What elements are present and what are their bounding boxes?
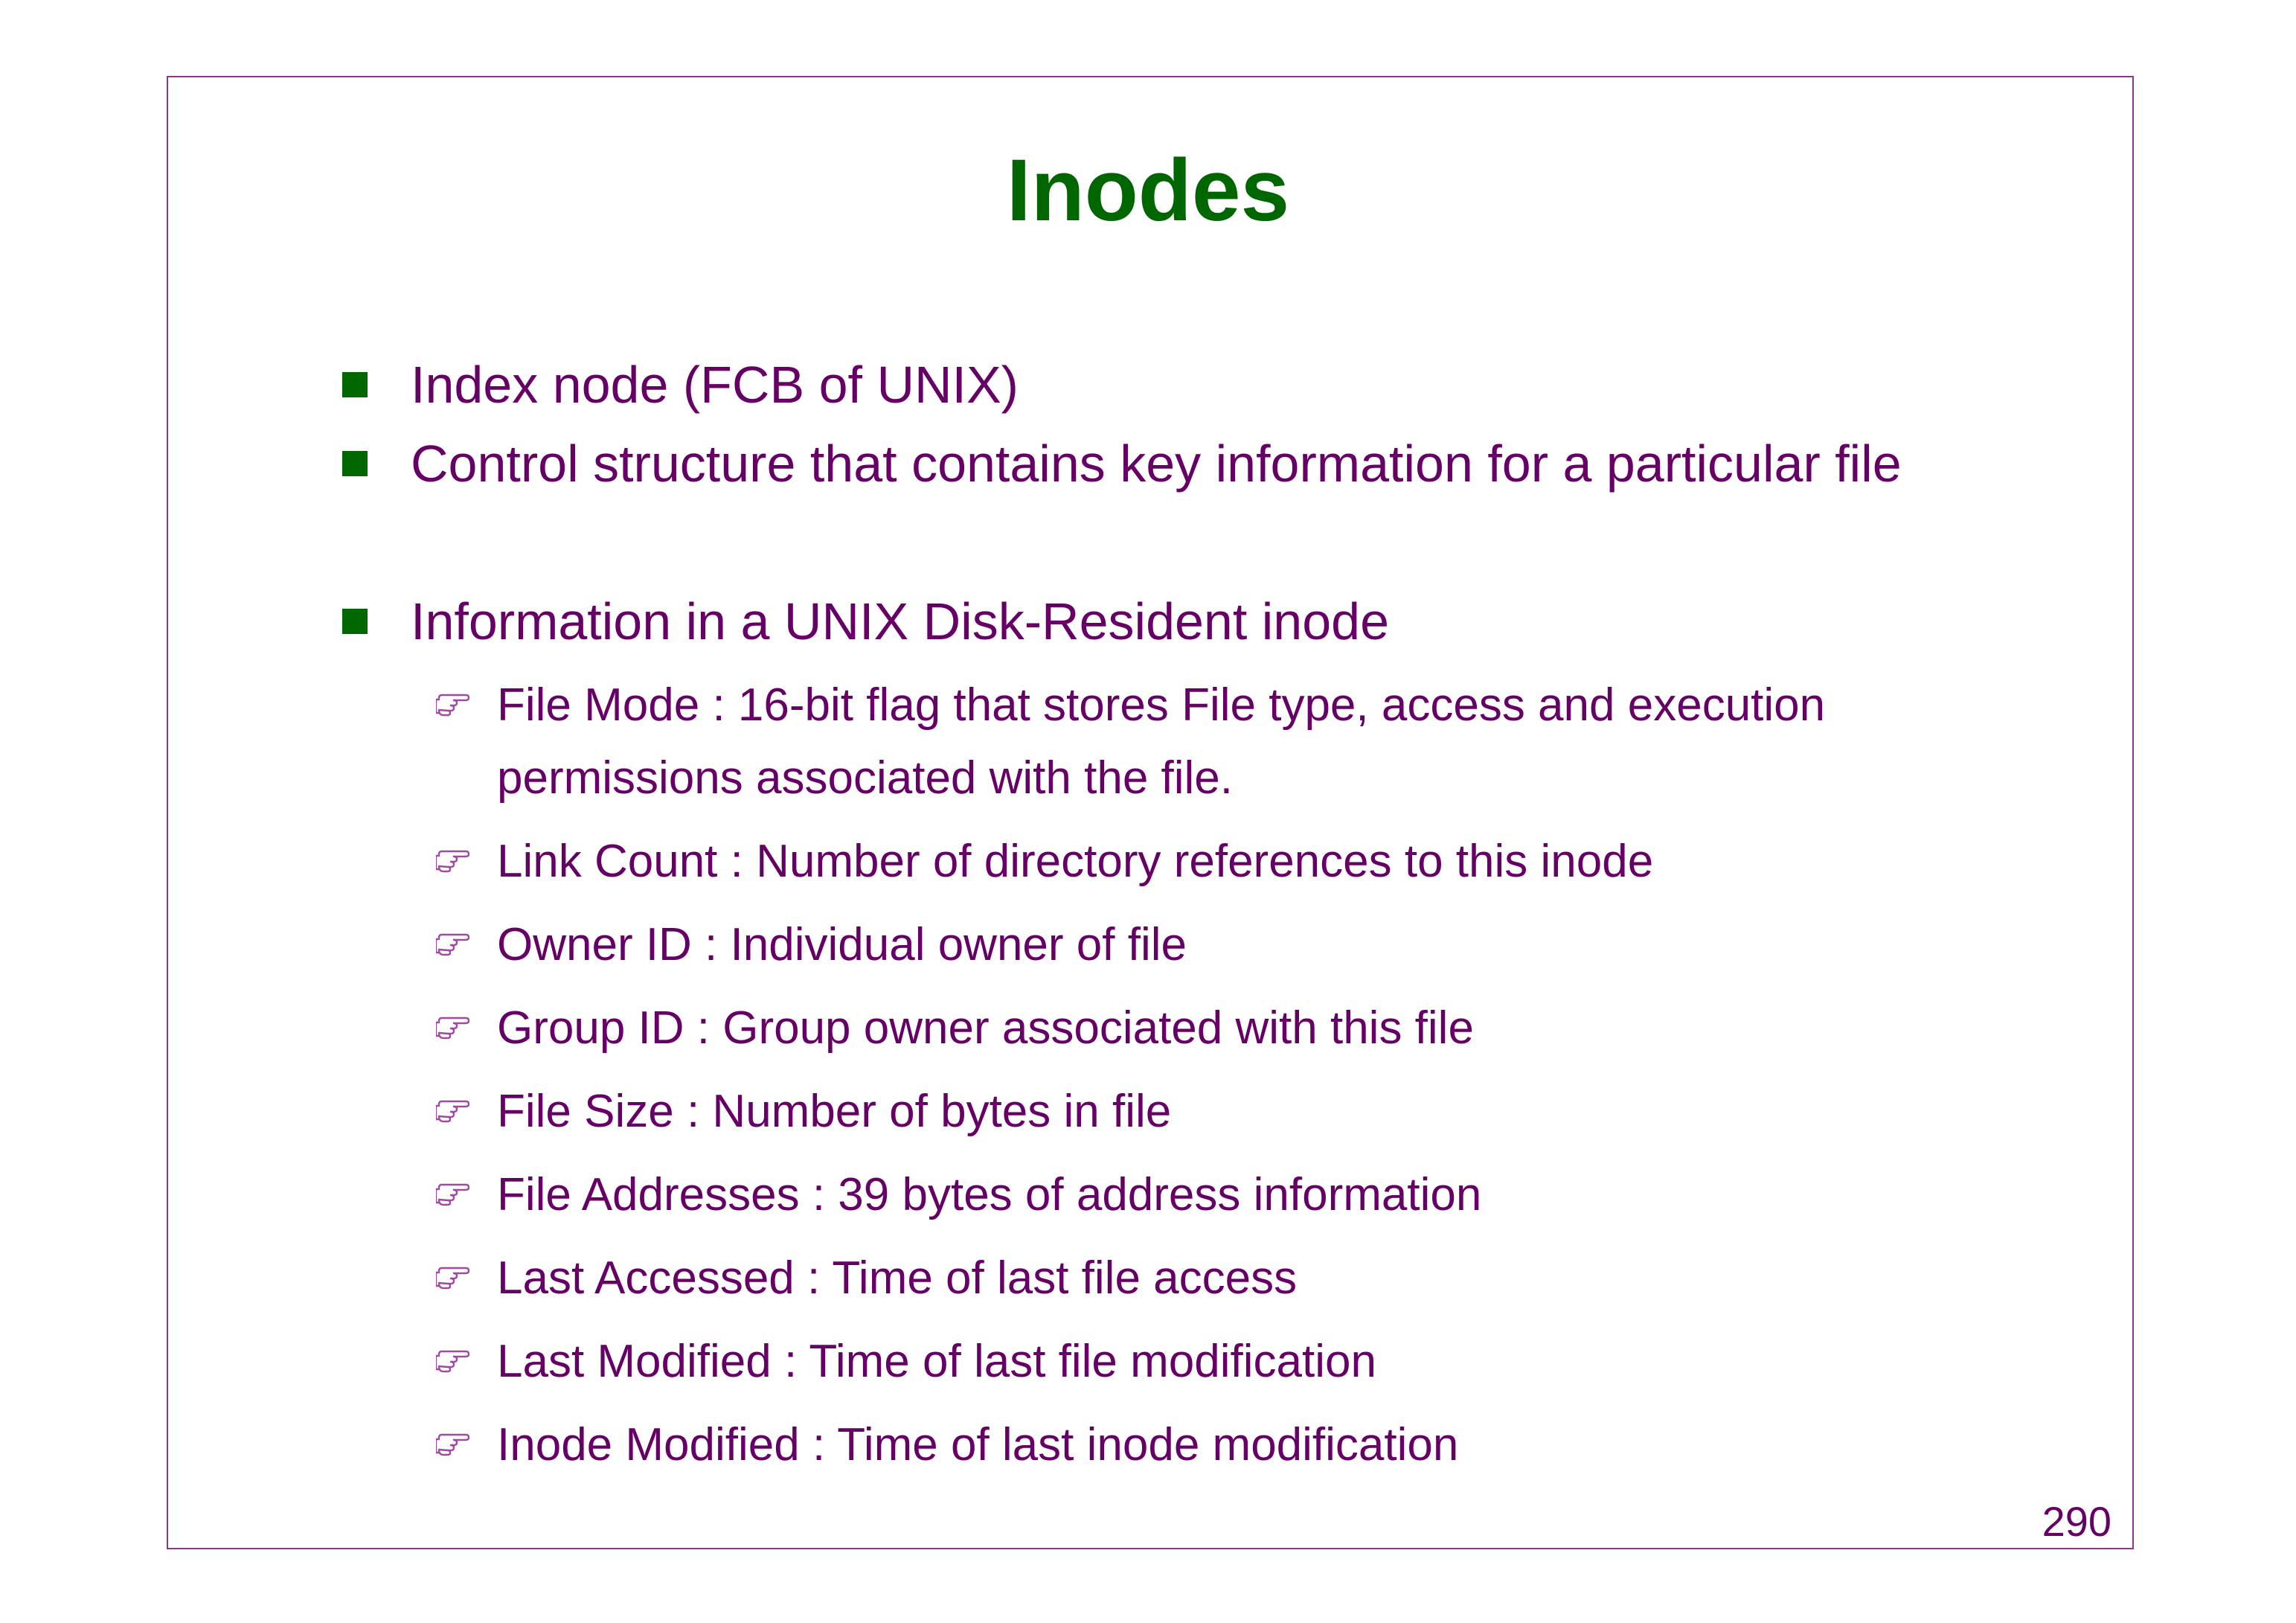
bullet-text: Control structure that contains key info… [411, 435, 1902, 493]
sub-bullet-text: Owner ID : Individual owner of file [497, 919, 1187, 970]
slide-title: Inodes [1006, 141, 1290, 240]
pointing-hand-icon [436, 1433, 470, 1456]
square-bullet-icon [342, 372, 368, 397]
sub-bullet-text: File Size : Number of bytes in file [497, 1086, 1172, 1137]
pointing-hand-icon [436, 1183, 470, 1206]
bullet-text: Information in a UNIX Disk-Resident inod… [411, 592, 1390, 650]
sub-bullet-text: File Mode : 16-bit flag that stores File… [497, 679, 1826, 731]
square-bullet-icon [342, 451, 368, 476]
sub-bullet-text: Link Count : Number of directory referen… [497, 836, 1654, 887]
pointing-hand-icon [436, 1267, 470, 1290]
sub-bullet-text: File Addresses : 39 bytes of address inf… [497, 1169, 1482, 1220]
sub-bullet-text: Group ID : Group owner associated with t… [497, 1002, 1474, 1054]
pointing-hand-icon [436, 694, 470, 717]
sub-bullet-text: Last Modified : Time of last file modifi… [497, 1336, 1376, 1387]
pointing-hand-icon [436, 850, 470, 873]
bullet-text: Index node (FCB of UNIX) [411, 356, 1019, 414]
pointing-hand-icon [436, 1100, 470, 1123]
pointing-hand-icon [436, 933, 470, 956]
sub-bullet-text-continued: permissions associated with the file. [497, 752, 1234, 804]
pointing-hand-icon [436, 1350, 470, 1373]
page-number: 290 [2042, 1498, 2111, 1545]
square-bullet-icon [342, 609, 368, 634]
sub-bullet-text: Last Accessed : Time of last file access [497, 1252, 1298, 1304]
pointing-hand-icon [436, 1017, 470, 1040]
sub-bullet-text: Inode Modified : Time of last inode modi… [497, 1419, 1459, 1470]
